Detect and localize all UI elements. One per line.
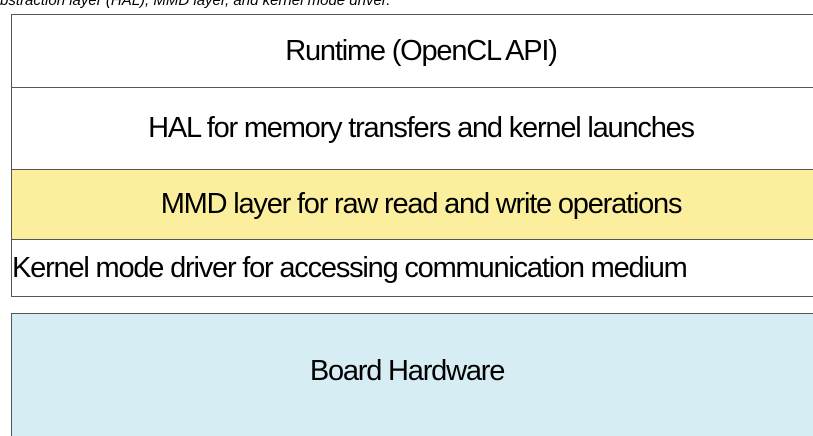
- kernel-mode-driver-layer: Kernel mode driver for accessing communi…: [12, 239, 813, 297]
- hal-layer-label: HAL for memory transfers and kernel laun…: [148, 112, 695, 144]
- kernel-mode-driver-layer-label: Kernel mode driver for accessing communi…: [12, 252, 688, 284]
- software-stack: Runtime (OpenCL API) HAL for memory tran…: [11, 14, 813, 297]
- figure-caption: bstraction layer (HAL), MMD layer, and k…: [0, 0, 391, 9]
- board-hardware-block: Board Hardware: [11, 313, 813, 436]
- board-hardware-label: Board Hardware: [309, 354, 506, 387]
- runtime-layer-label: Runtime (OpenCL API): [285, 34, 558, 67]
- mmd-layer: MMD layer for raw read and write operati…: [12, 169, 813, 239]
- mmd-layer-label: MMD layer for raw read and write operati…: [160, 188, 683, 220]
- runtime-layer: Runtime (OpenCL API): [12, 15, 813, 87]
- hal-layer: HAL for memory transfers and kernel laun…: [12, 87, 813, 169]
